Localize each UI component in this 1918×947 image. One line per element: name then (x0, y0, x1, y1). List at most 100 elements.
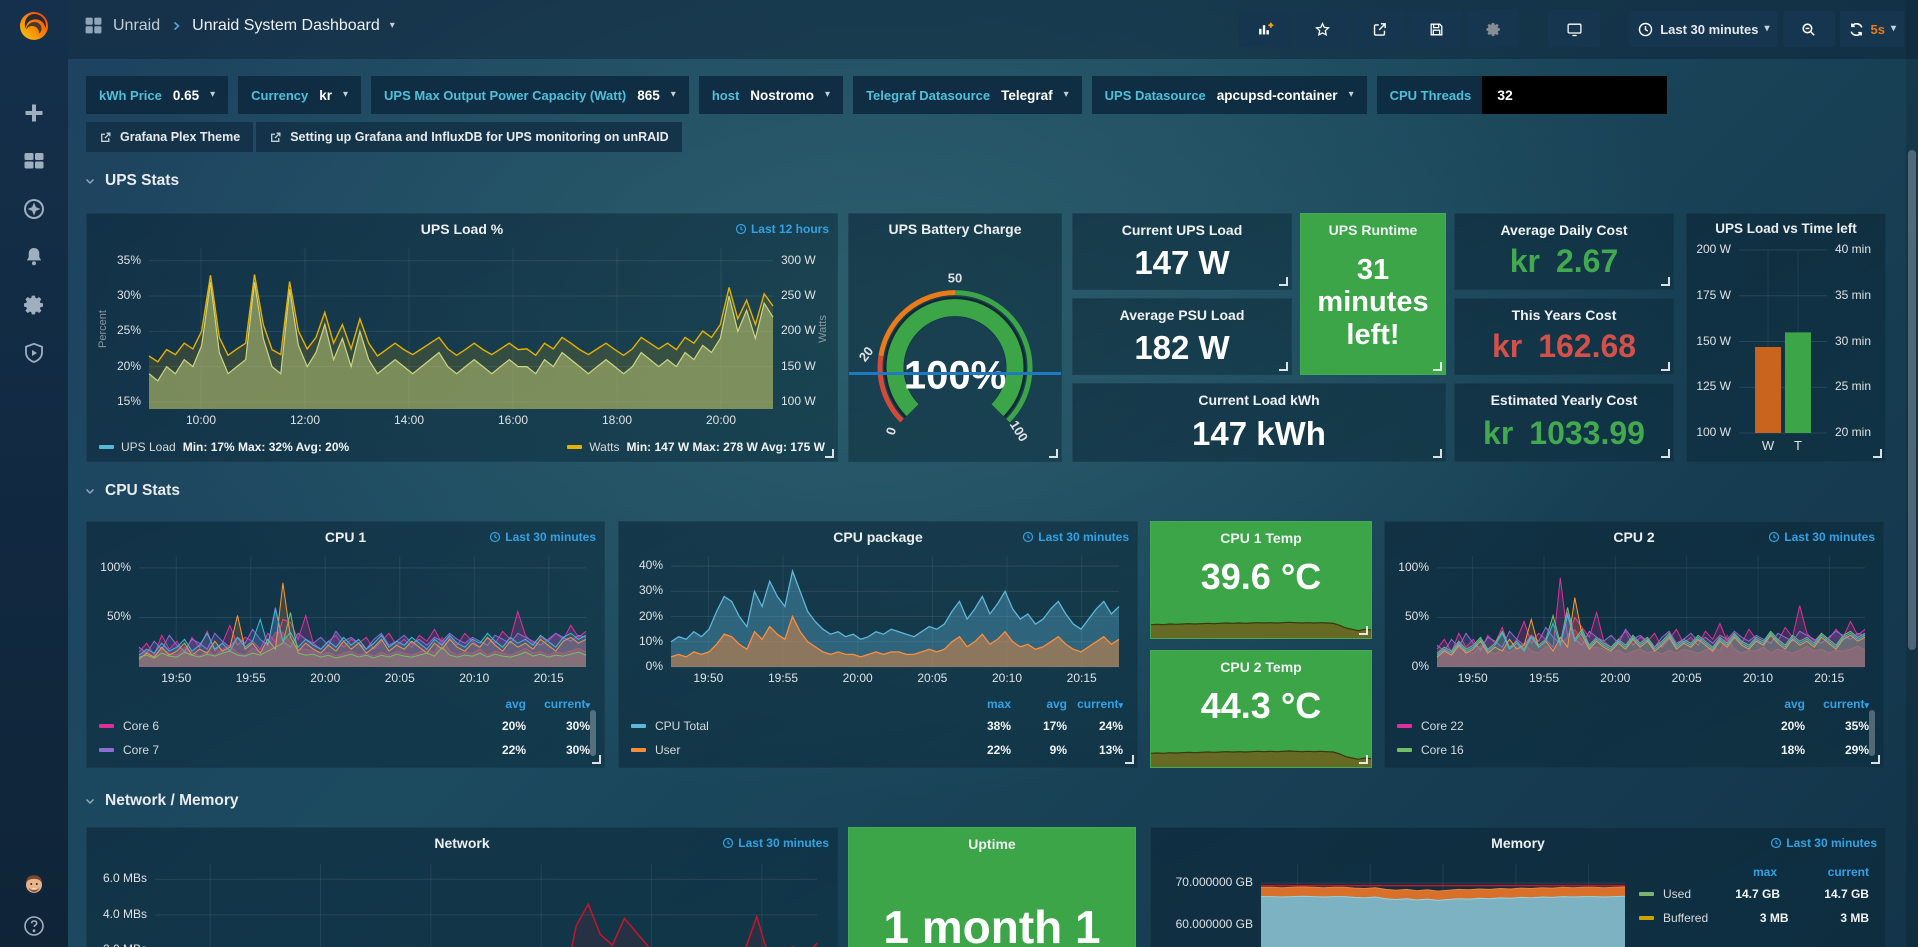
panel-current-ups-load: Current UPS Load 147 W (1072, 213, 1292, 290)
legend-column-header[interactable]: avg (1011, 697, 1067, 711)
panel-resize-handle[interactable] (1661, 449, 1670, 458)
page-scrollbar-thumb[interactable] (1908, 150, 1916, 650)
sidebar-item-explore[interactable] (21, 196, 47, 222)
panel-resize-handle[interactable] (1871, 755, 1880, 764)
dashboard-settings-button[interactable] (1467, 11, 1519, 47)
stat-value: 31 minutes left! (1301, 254, 1445, 351)
breadcrumb-app[interactable]: Unraid (113, 17, 160, 35)
sidebar-item-create[interactable] (21, 100, 47, 126)
share-button[interactable] (1353, 11, 1405, 47)
sidebar-item-server-admin[interactable] (21, 340, 47, 366)
legend-row[interactable]: Buffered3 MB3 MB (1639, 906, 1869, 930)
legend-row[interactable]: CPU Total38%17%24% (631, 714, 1123, 738)
y-axis-tick: 35% (93, 253, 141, 267)
timerange-link[interactable]: Last 30 minutes (1768, 530, 1875, 544)
variable-ups-datasource[interactable]: UPS Datasourceapcupsd-container▾ (1092, 76, 1367, 114)
sidebar-item-configuration[interactable] (21, 292, 47, 318)
legend-column-header[interactable]: current (1777, 865, 1869, 879)
legend-value: 30% (526, 743, 590, 757)
cpu-threads-input[interactable]: 32 (1482, 76, 1667, 114)
chevron-down-icon[interactable]: ▾ (1891, 24, 1896, 34)
dropdown-caret-icon: ▾ (1064, 90, 1069, 100)
top-nav: Unraid Unraid System Dashboard ▾ (0, 0, 1918, 59)
legend-series-name: User (655, 743, 955, 757)
panel-resize-handle[interactable] (1433, 449, 1442, 458)
timerange-link[interactable]: Last 12 hours (735, 222, 829, 236)
legend-row[interactable]: Core 2220%35% (1397, 714, 1869, 738)
chevron-down-icon[interactable]: ▾ (390, 21, 395, 31)
time-range-picker[interactable]: Last 30 minutes ▾ (1629, 11, 1777, 47)
legend-row[interactable]: Used14.7 GB14.7 GB (1639, 882, 1869, 906)
legend-item[interactable]: WattsMin: 147 W Max: 278 W Avg: 175 W (567, 440, 825, 454)
help-icon[interactable] (21, 913, 47, 939)
section-cpu-stats[interactable]: CPU Stats (84, 482, 180, 500)
legend-item[interactable]: UPS LoadMin: 17% Max: 32% Avg: 20% (99, 440, 349, 454)
legend-row[interactable]: Core 620%30% (99, 714, 590, 738)
legend-column-header[interactable]: avg (1741, 697, 1805, 711)
sidebar-item-alerting[interactable] (21, 244, 47, 270)
timerange-link[interactable]: Last 30 minutes (1770, 836, 1877, 850)
y-axis-tick: 150 W (1687, 334, 1731, 348)
section-network-memory[interactable]: Network / Memory (84, 792, 239, 810)
panel-resize-handle[interactable] (1433, 362, 1442, 371)
link-ups-monitoring-guide[interactable]: Setting up Grafana and InfluxDB for UPS … (256, 122, 681, 152)
network-chart: 6.0 MBs4.0 MBs2.0 MBs (93, 856, 831, 947)
panel-resize-handle[interactable] (1661, 277, 1670, 286)
refresh-interval-label[interactable]: 5s (1871, 22, 1885, 37)
panel-ups-load: UPS Load % Last 12 hours 35%300 W30%250 … (86, 213, 838, 462)
save-button[interactable] (1410, 11, 1462, 47)
panel-resize-handle[interactable] (1125, 755, 1134, 764)
legend-row[interactable]: Core 1618%29% (1397, 738, 1869, 762)
variable-telegraf-datasource[interactable]: Telegraf DatasourceTelegraf▾ (853, 76, 1082, 114)
sidebar-bottom (0, 869, 68, 939)
panel-resize-handle[interactable] (1359, 626, 1368, 635)
timerange-link[interactable]: Last 30 minutes (1022, 530, 1129, 544)
variable-kwh-price[interactable]: kWh Price0.65▾ (86, 76, 228, 114)
legend-row[interactable]: User22%9%13% (631, 738, 1123, 762)
legend-column-header[interactable]: max (955, 697, 1011, 711)
legend-row[interactable]: Core 722%30% (99, 738, 590, 762)
legend-series-name: CPU Total (655, 719, 955, 733)
panel-resize-handle[interactable] (825, 449, 834, 458)
user-avatar[interactable] (19, 869, 49, 899)
zoom-out-button[interactable] (1783, 11, 1835, 47)
panel-resize-handle[interactable] (1661, 362, 1670, 371)
dashboards-grid-icon[interactable] (84, 16, 103, 35)
link-grafana-plex-theme[interactable]: Grafana Plex Theme (86, 122, 253, 152)
breadcrumb-page[interactable]: Unraid System Dashboard (192, 17, 380, 35)
chart-canvas (1391, 550, 1877, 687)
panel-resize-handle[interactable] (1279, 277, 1288, 286)
timerange-link[interactable]: Last 30 minutes (722, 836, 829, 850)
legend-series-name: Core 16 (1421, 743, 1741, 757)
bar-W[interactable] (1755, 347, 1781, 433)
legend-column-header[interactable]: current▾ (526, 697, 590, 711)
bar-T[interactable] (1785, 332, 1811, 433)
cycle-view-mode-button[interactable] (1548, 11, 1600, 47)
legend-column-header[interactable]: current▾ (1067, 697, 1123, 711)
panel-resize-handle[interactable] (1049, 449, 1058, 458)
panel-memory: Memory Last 30 minutes 70.000000 GB60.00… (1150, 827, 1886, 947)
variable-ups-max-output[interactable]: UPS Max Output Power Capacity (Watt)865▾ (371, 76, 689, 114)
chevron-down-icon (84, 175, 96, 187)
timerange-link[interactable]: Last 30 minutes (489, 530, 596, 544)
legend-column-header[interactable]: current▾ (1805, 697, 1869, 711)
x-axis-tick: 20:00 (288, 671, 363, 685)
section-ups-stats[interactable]: UPS Stats (84, 172, 179, 190)
y-axis-tick: 70.000000 GB (1157, 875, 1253, 889)
refresh-button[interactable]: 5s ▾ (1840, 11, 1905, 47)
panel-resize-handle[interactable] (1279, 362, 1288, 371)
panel-resize-handle[interactable] (592, 755, 601, 764)
variable-currency[interactable]: Currencykr▾ (238, 76, 361, 114)
variable-host[interactable]: hostNostromo▾ (699, 76, 843, 114)
stat-value: kr162.68 (1455, 328, 1673, 365)
y-axis-tick: 100% (1391, 560, 1429, 574)
star-button[interactable] (1296, 11, 1348, 47)
legend-column-header[interactable]: max (1685, 865, 1777, 879)
add-panel-button[interactable] (1239, 11, 1291, 47)
panel-resize-handle[interactable] (1873, 449, 1882, 458)
sidebar-item-dashboards[interactable] (21, 148, 47, 174)
page-scrollbar[interactable] (1906, 0, 1918, 947)
legend-column-header[interactable]: avg (462, 697, 526, 711)
grafana-logo[interactable] (16, 8, 52, 44)
panel-resize-handle[interactable] (1359, 755, 1368, 764)
